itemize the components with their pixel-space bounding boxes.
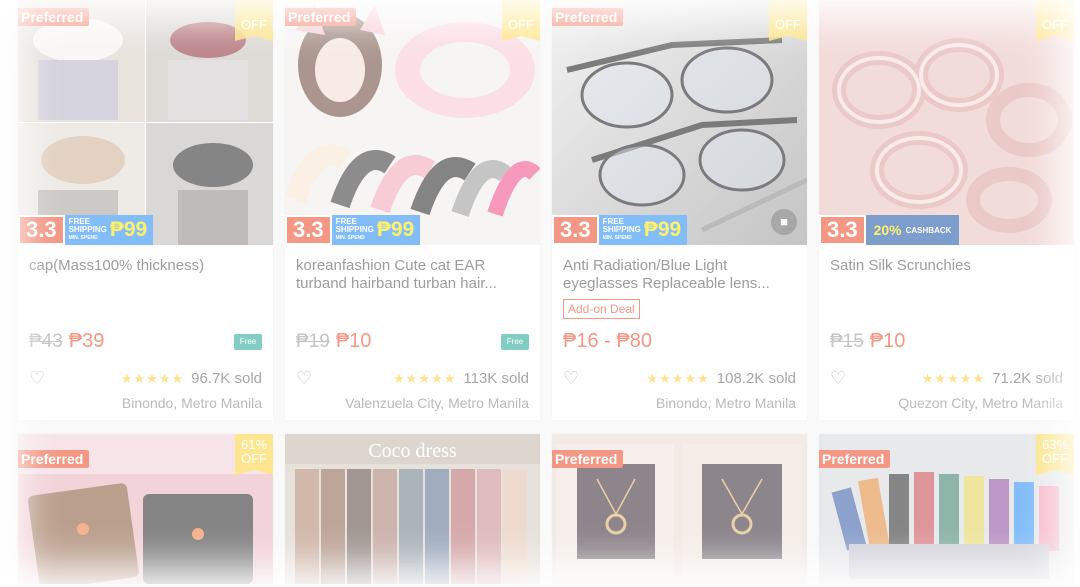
discount-badge: OFF — [235, 0, 273, 41]
promo-amount: ₱99 — [376, 218, 415, 241]
discount-percent: 63% — [1041, 437, 1069, 452]
promo-banner: 3.3 20% CASHBACK — [819, 215, 960, 245]
sold-count: 108.2K sold — [716, 370, 796, 387]
product-card[interactable]: Preferred 63% OFF — [819, 434, 1074, 584]
promo-event-label: 3.3 — [552, 215, 599, 245]
heart-icon[interactable]: ♡ — [296, 368, 312, 389]
product-image[interactable]: Preferred OFF 3.3 FREE SHIPPING MIN. SPE… — [285, 0, 540, 245]
preferred-badge: Preferred — [552, 8, 624, 26]
meta-row: ♡ ★★★★★ 96.7K sold — [29, 368, 262, 389]
promo-banner: 3.3 FREE SHIPPING MIN. SPEND ₱99 — [285, 215, 421, 245]
rating-stars: ★★★★★ — [393, 370, 457, 386]
preferred-badge: Preferred — [18, 450, 90, 468]
product-card[interactable]: Preferred OFF 3.3 FREE SHIPPING MIN. SPE… — [18, 0, 273, 420]
product-title[interactable]: cap(Mass100% thickness) — [29, 257, 262, 293]
promo-line3: MIN. SPEND — [602, 235, 632, 241]
current-price: ₱16 - ₱80 — [563, 330, 652, 352]
product-card[interactable]: Coco dress — [285, 434, 540, 584]
current-price: ₱39 — [68, 330, 105, 352]
product-card[interactable]: OFF 3.3 20% CASHBACK Satin Silk Scrunchi… — [819, 0, 1074, 420]
product-overlay-text: Coco dress — [368, 440, 457, 462]
shop-location: Binondo, Metro Manila — [121, 395, 262, 411]
discount-badge: OFF — [1036, 0, 1074, 41]
rating-stars: ★★★★★ — [646, 370, 710, 386]
promo-amount: ₱99 — [643, 218, 682, 241]
add-on-deal-badge: Add-on Deal — [563, 299, 640, 319]
promo-line2: SHIPPING — [602, 225, 641, 234]
product-card[interactable]: Preferred 61% OFF — [18, 434, 273, 584]
free-shipping-promo: FREE SHIPPING MIN. SPEND ₱99 — [598, 215, 688, 245]
promo-line3: MIN. SPEND — [335, 235, 365, 241]
heart-icon[interactable]: ♡ — [830, 368, 846, 389]
original-price: ₱19 — [296, 330, 330, 352]
sold-count: 71.2K sold — [992, 370, 1063, 387]
preferred-badge: Preferred — [552, 450, 624, 468]
discount-label: OFF — [241, 451, 267, 466]
rating-stars: ★★★★★ — [921, 370, 986, 386]
product-image[interactable]: Preferred OFF 3.3 FREE SHIPPING MIN. SPE… — [18, 0, 273, 245]
preferred-badge: Preferred — [285, 8, 357, 26]
original-price: ₱15 — [830, 330, 864, 352]
cashback-promo: 20% CASHBACK — [865, 215, 960, 245]
discount-badge: 63% OFF — [1036, 434, 1074, 475]
product-title[interactable]: Anti Radiation/Blue Light eyeglasses Rep… — [563, 257, 796, 293]
promo-banner: 3.3 FREE SHIPPING MIN. SPEND ₱99 — [18, 215, 154, 245]
rating-stars: ★★★★★ — [120, 370, 185, 386]
discount-badge: OFF — [769, 0, 807, 41]
price-row: ₱19 ₱10 Free — [296, 330, 529, 353]
promo-line2: SHIPPING — [335, 225, 374, 234]
heart-icon[interactable]: ♡ — [563, 368, 579, 389]
product-image[interactable]: Preferred 61% OFF — [18, 434, 273, 584]
meta-row: ♡ ★★★★★ 71.2K sold — [830, 368, 1063, 389]
shop-location: Valenzuela City, Metro Manila — [345, 395, 529, 411]
discount-label: OFF — [1042, 17, 1068, 32]
discount-label: OFF — [241, 17, 267, 32]
heart-icon[interactable]: ♡ — [29, 368, 45, 389]
discount-label: OFF — [1042, 451, 1068, 466]
discount-badge: OFF — [502, 0, 540, 41]
promo-banner: 3.3 FREE SHIPPING MIN. SPEND ₱99 — [552, 215, 688, 245]
preferred-badge: Preferred — [819, 450, 891, 468]
product-title[interactable]: koreanfashion Cute cat EAR turband hairb… — [296, 257, 529, 293]
product-title[interactable]: Satin Silk Scrunchies — [830, 257, 1063, 293]
product-image[interactable]: Preferred — [552, 434, 807, 584]
promo-amount: ₱99 — [109, 218, 148, 241]
shop-location: Quezon City, Metro Manila — [898, 395, 1063, 411]
cashback-percent: 20% — [873, 222, 902, 238]
product-image[interactable]: Coco dress — [285, 434, 540, 584]
current-price: ₱10 — [335, 330, 372, 352]
truck-icon: Free — [234, 333, 262, 350]
promo-event-label: 3.3 — [819, 215, 866, 245]
discount-label: OFF — [775, 17, 801, 32]
discount-label: OFF — [508, 17, 534, 32]
shop-location: Binondo, Metro Manila — [655, 395, 796, 411]
preferred-badge: Preferred — [18, 8, 90, 26]
price-row: ₱16 - ₱80 — [563, 330, 796, 353]
discount-badge: 61% OFF — [235, 434, 273, 475]
promo-line3: MIN. SPEND — [68, 235, 98, 241]
product-card[interactable]: Preferred OFF 3.3 FREE SHIPPING MIN. SPE… — [285, 0, 540, 420]
price-row: ₱43 ₱39 Free — [29, 330, 262, 353]
sold-count: 113K sold — [463, 370, 529, 387]
product-image[interactable]: OFF 3.3 20% CASHBACK — [819, 0, 1074, 245]
promo-event-label: 3.3 — [18, 215, 65, 245]
price-row: ₱15 ₱10 — [830, 330, 1063, 353]
meta-row: ♡ ★★★★★ 108.2K sold — [563, 368, 796, 389]
free-shipping-promo: FREE SHIPPING MIN. SPEND ₱99 — [331, 215, 421, 245]
product-card[interactable]: Preferred — [552, 434, 807, 584]
cashback-label: CASHBACK — [905, 225, 952, 235]
promo-event-label: 3.3 — [285, 215, 332, 245]
video-camera-icon: ■ — [771, 209, 797, 235]
meta-row: ♡ ★★★★★ 113K sold — [296, 368, 529, 389]
promo-line2: SHIPPING — [68, 225, 107, 234]
sold-count: 96.7K sold — [191, 370, 262, 387]
product-image[interactable]: Preferred 63% OFF — [819, 434, 1074, 584]
current-price: ₱10 — [869, 330, 906, 352]
discount-percent: 61% — [240, 437, 268, 452]
product-image[interactable]: Preferred OFF 3.3 FREE SHIPPING MIN. SPE… — [552, 0, 807, 245]
original-price: ₱43 — [29, 330, 63, 352]
free-shipping-promo: FREE SHIPPING MIN. SPEND ₱99 — [64, 215, 154, 245]
product-card[interactable]: Preferred OFF 3.3 FREE SHIPPING MIN. SPE… — [552, 0, 807, 420]
truck-icon: Free — [501, 333, 529, 350]
